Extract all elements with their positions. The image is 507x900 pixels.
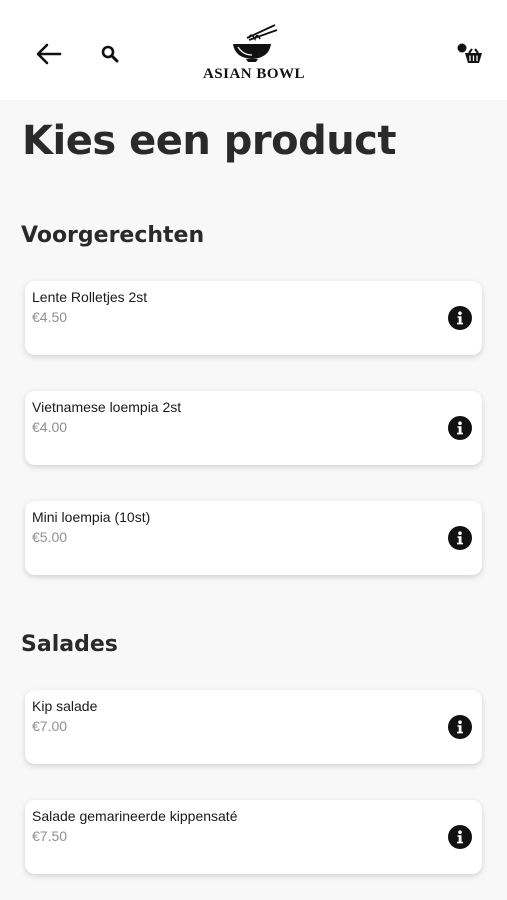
product-name: Mini loempia (10st) bbox=[32, 509, 151, 525]
product-name: Vietnamese loempia 2st bbox=[32, 399, 182, 415]
product-price: €4.00 bbox=[32, 419, 68, 435]
product-price: €5.00 bbox=[32, 529, 68, 545]
product-card[interactable]: Kip salade €7.00 bbox=[25, 690, 482, 764]
logo-text: ASIAN BOWL bbox=[202, 66, 306, 82]
arrow-left-icon bbox=[36, 43, 62, 65]
info-icon bbox=[457, 421, 463, 435]
brand-logo[interactable]: ASIAN BOWL bbox=[192, 22, 316, 86]
product-name: Lente Rolletjes 2st bbox=[32, 289, 148, 305]
cart-icon bbox=[457, 43, 482, 63]
info-icon bbox=[457, 720, 463, 734]
product-price: €7.50 bbox=[32, 828, 68, 844]
section-title-voorgerechten: Voorgerechten bbox=[21, 223, 205, 248]
search-icon bbox=[101, 45, 119, 63]
info-button[interactable] bbox=[448, 825, 472, 849]
cart-button[interactable] bbox=[454, 38, 488, 70]
product-price: €4.50 bbox=[32, 309, 68, 325]
product-card[interactable]: Mini loempia (10st) €5.00 bbox=[25, 501, 482, 575]
search-button[interactable] bbox=[96, 40, 124, 68]
product-name: Kip salade bbox=[32, 698, 98, 714]
product-name: Salade gemarineerde kippensaté bbox=[32, 808, 238, 824]
info-button[interactable] bbox=[448, 306, 472, 330]
info-icon bbox=[457, 311, 463, 325]
info-button[interactable] bbox=[448, 715, 472, 739]
product-price: €7.00 bbox=[32, 718, 68, 734]
product-card[interactable]: Lente Rolletjes 2st €4.50 bbox=[25, 281, 482, 355]
logo-bowl-icon bbox=[233, 24, 278, 62]
page-title: Kies een product bbox=[22, 118, 397, 164]
info-icon bbox=[457, 531, 463, 545]
info-button[interactable] bbox=[448, 526, 472, 550]
info-icon bbox=[457, 830, 463, 844]
back-button[interactable] bbox=[32, 38, 66, 70]
product-card[interactable]: Vietnamese loempia 2st €4.00 bbox=[25, 391, 482, 465]
app-header: ASIAN BOWL bbox=[0, 0, 507, 100]
info-button[interactable] bbox=[448, 416, 472, 440]
section-title-salades: Salades bbox=[21, 632, 118, 657]
product-card[interactable]: Salade gemarineerde kippensaté €7.50 bbox=[25, 800, 482, 874]
